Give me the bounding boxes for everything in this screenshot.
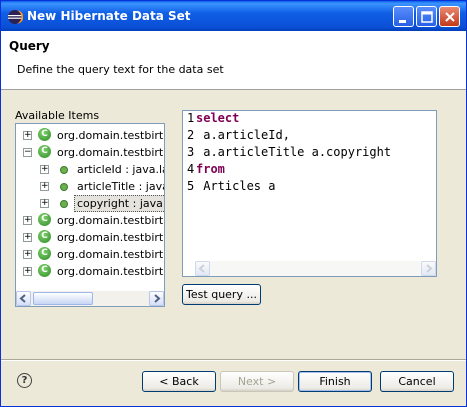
scroll-left-button[interactable] (16, 291, 31, 306)
page-description: Define the query text for the data set (17, 63, 224, 76)
code-line: 4 from (187, 162, 225, 176)
tree-horizontal-scrollbar[interactable] (16, 291, 164, 306)
chevron-left-icon (198, 264, 205, 273)
class-icon: C (38, 247, 51, 260)
available-items-tree[interactable]: + C org.domain.testbirt.en − C org.domai… (15, 123, 165, 307)
minimize-icon (399, 20, 406, 23)
maximize-icon (421, 11, 433, 23)
field-icon (60, 200, 68, 208)
tree-item[interactable]: + articleId : java.lan (16, 161, 164, 178)
tree-item[interactable]: + C org.domain.testbirt.en (16, 246, 164, 263)
footer-separator (1, 359, 466, 361)
minimize-button[interactable] (393, 6, 414, 27)
scroll-right-button[interactable] (149, 291, 164, 306)
chevron-left-icon (19, 294, 26, 303)
wizard-header: Query Define the query text for the data… (1, 31, 466, 90)
tree-item-label: org.domain.testbirt.en (57, 231, 164, 244)
class-icon: C (38, 230, 51, 243)
title-bar[interactable]: New Hibernate Data Set (1, 1, 466, 31)
editor-horizontal-scrollbar[interactable] (195, 261, 436, 276)
scroll-right-button[interactable] (421, 261, 436, 276)
expand-icon[interactable]: + (40, 199, 49, 208)
class-icon: C (38, 128, 51, 141)
expand-icon[interactable]: + (23, 250, 32, 259)
maximize-button[interactable] (416, 6, 437, 27)
tree-item[interactable]: − C org.domain.testbirt.en (16, 144, 164, 161)
back-button[interactable]: < Back (142, 371, 216, 392)
next-button[interactable]: Next > (220, 371, 294, 392)
test-query-button[interactable]: Test query ... (182, 284, 261, 305)
available-items-label: Available Items (15, 109, 100, 122)
tree-item-label: org.domain.testbirt.en (57, 146, 164, 159)
tree-item-label: copyright : java.ut (77, 197, 164, 210)
expand-icon[interactable]: + (23, 233, 32, 242)
expand-icon[interactable]: + (40, 165, 49, 174)
scroll-left-button[interactable] (195, 261, 210, 276)
tree-item-label: articleTitle : java.la (77, 180, 164, 193)
close-icon (445, 12, 455, 22)
tree-item[interactable]: + C org.domain.testbirt.en (16, 229, 164, 246)
finish-button[interactable]: Finish (298, 371, 372, 392)
tree-item-label: org.domain.testbirt.en (57, 214, 164, 227)
chevron-right-icon (154, 294, 161, 303)
help-icon[interactable]: ? (17, 373, 32, 388)
field-icon (60, 183, 68, 191)
tree-item[interactable]: + C org.domain.testbirt.en (16, 127, 164, 144)
dialog-window: New Hibernate Data Set Query Define the … (0, 0, 467, 407)
tree-item[interactable]: + articleTitle : java.la (16, 178, 164, 195)
expand-icon[interactable]: + (23, 216, 32, 225)
class-icon: C (38, 264, 51, 277)
class-icon: C (38, 145, 51, 158)
eclipse-icon (8, 10, 23, 24)
tree-item-label: org.domain.testbirt.en (57, 129, 164, 142)
code-line: 1 select (187, 111, 240, 125)
tree-item[interactable]: + C org.domain.testbirt.en (16, 263, 164, 280)
code-line: 3 a.articleTitle a.copyright (187, 145, 392, 159)
class-icon: C (38, 213, 51, 226)
page-title: Query (9, 39, 50, 53)
expand-icon[interactable]: + (23, 267, 32, 276)
scroll-thumb[interactable] (33, 292, 93, 305)
tree-item[interactable]: + C org.domain.testbirt.en (16, 212, 164, 229)
code-line: 5 Articles a (187, 179, 276, 193)
key-field-icon (60, 166, 68, 174)
expand-icon[interactable]: + (40, 182, 49, 191)
chevron-right-icon (426, 264, 433, 273)
cancel-button[interactable]: Cancel (380, 371, 454, 392)
query-editor[interactable]: 1 select 2 a.articleId, 3 a.articleTitle … (182, 110, 437, 277)
tree-item-label: articleId : java.lan (77, 163, 164, 176)
collapse-icon[interactable]: − (23, 148, 32, 157)
close-button[interactable] (439, 6, 460, 27)
code-line: 2 a.articleId, (187, 128, 290, 142)
tree-item-label: org.domain.testbirt.en (57, 248, 164, 261)
expand-icon[interactable]: + (23, 131, 32, 140)
tree-item-selected[interactable]: + copyright : java.ut (16, 195, 164, 212)
window-title: New Hibernate Data Set (27, 9, 191, 23)
tree-item-label: org.domain.testbirt.en (57, 265, 164, 278)
